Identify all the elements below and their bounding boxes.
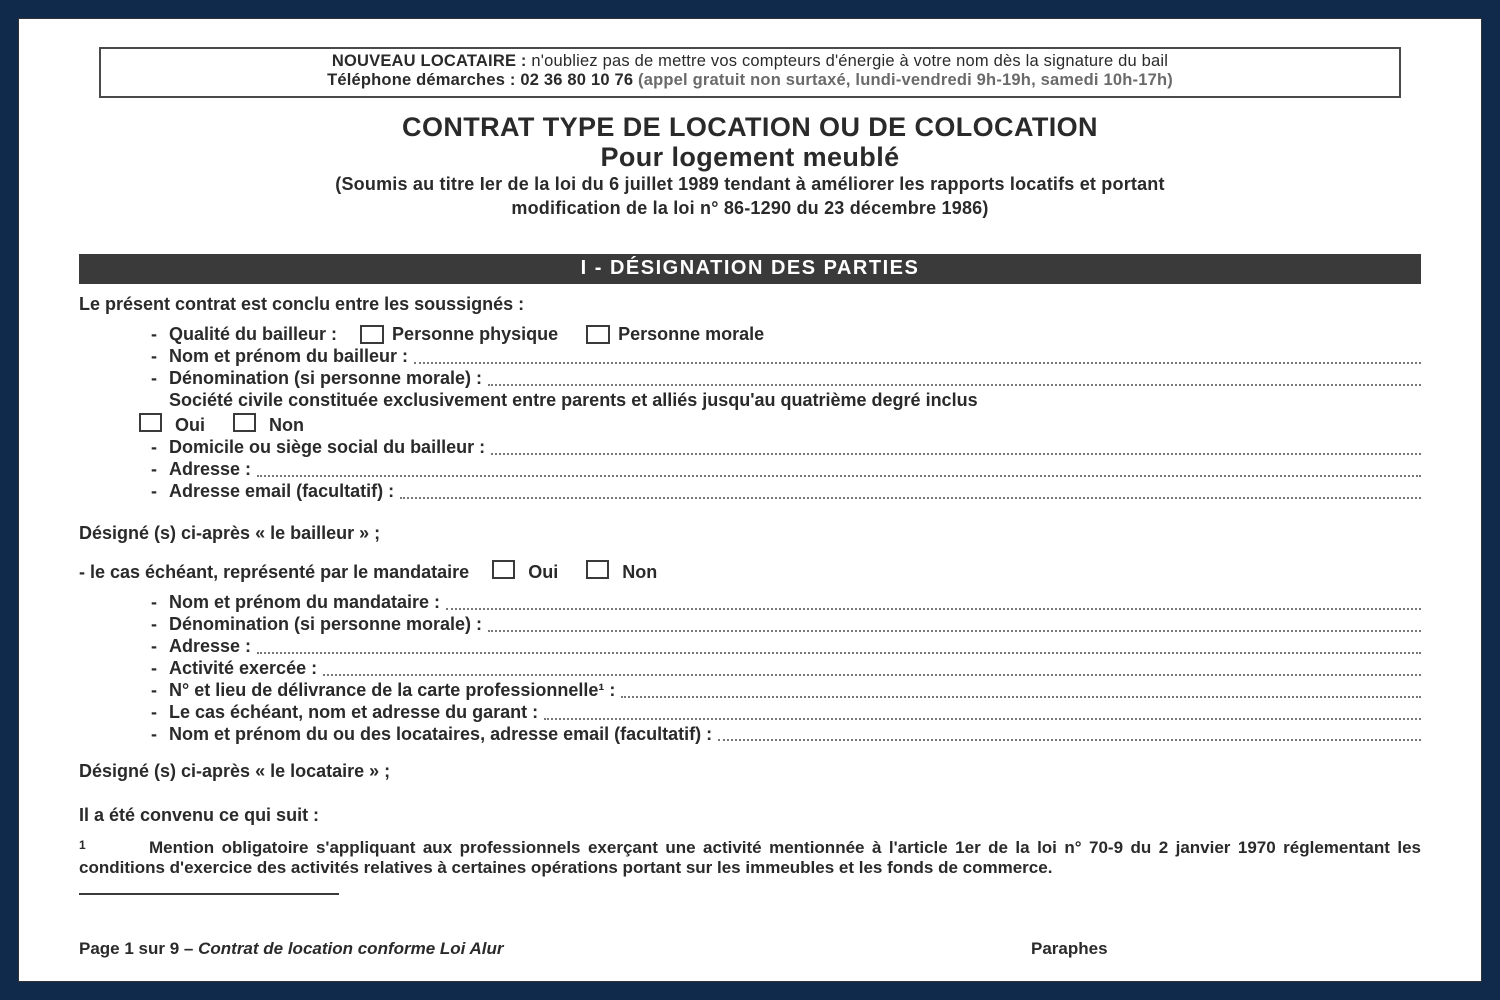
dash-icon: - bbox=[139, 724, 169, 746]
label-qualite: Qualité du bailleur : bbox=[169, 324, 337, 346]
opt-non: Non bbox=[269, 415, 304, 435]
footnote-marker: 1 bbox=[79, 838, 149, 853]
title-block: CONTRAT TYPE DE LOCATION OU DE COLOCATIO… bbox=[79, 112, 1421, 220]
dash-icon: - bbox=[139, 459, 169, 481]
footer-paraphes: Paraphes bbox=[1031, 939, 1421, 959]
designe-locataire-pre: Désigné (s) ci-après « bbox=[79, 761, 270, 781]
main-title-2: Pour logement meublé bbox=[79, 142, 1421, 172]
mandataire-text: - le cas échéant, représenté par le mand… bbox=[79, 562, 469, 582]
footnote-body: Mention obligatoire s'appliquant aux pro… bbox=[79, 838, 1421, 878]
blank-line[interactable] bbox=[257, 455, 1421, 477]
label-mand-activite: Activité exercée : bbox=[169, 658, 317, 680]
bailleur-list-2: - Domicile ou siège social du bailleur :… bbox=[139, 437, 1421, 503]
blank-line[interactable] bbox=[718, 720, 1421, 742]
row-denom-bailleur: - Dénomination (si personne morale) : bbox=[139, 368, 1421, 390]
blank-line[interactable] bbox=[446, 588, 1421, 610]
mandataire-list: - Nom et prénom du mandataire : - Dénomi… bbox=[139, 592, 1421, 746]
label-denom-bailleur: Dénomination (si personne morale) : bbox=[169, 368, 482, 390]
checkbox-mandataire-non[interactable] bbox=[586, 560, 609, 579]
blank-line[interactable] bbox=[491, 433, 1421, 455]
notice-line-1: NOUVEAU LOCATAIRE : n'oubliez pas de met… bbox=[111, 52, 1389, 71]
dash-icon: - bbox=[139, 614, 169, 636]
notice-box: NOUVEAU LOCATAIRE : n'oubliez pas de met… bbox=[99, 47, 1401, 98]
footer-page-mid: sur bbox=[134, 939, 170, 958]
designe-locataire-bold: le locataire bbox=[270, 761, 364, 781]
designe-bailleur-post: » ; bbox=[354, 523, 380, 543]
blank-line[interactable] bbox=[621, 676, 1421, 698]
notice-line-2: Téléphone démarches : 02 36 80 10 76 (ap… bbox=[111, 71, 1389, 90]
footer-page-current: 1 bbox=[124, 939, 133, 958]
label-mand-locataires: Nom et prénom du ou des locataires, adre… bbox=[169, 724, 712, 746]
footer-left: Page 1 sur 9 – Contrat de location confo… bbox=[79, 939, 1031, 959]
footer-page-total: 9 bbox=[170, 939, 179, 958]
designe-bailleur: Désigné (s) ci-après « le bailleur » ; bbox=[79, 523, 1421, 545]
main-title-1: CONTRAT TYPE DE LOCATION OU DE COLOCATIO… bbox=[79, 112, 1421, 142]
notice-line2-dim: (appel gratuit non surtaxé, lundi-vendre… bbox=[633, 71, 1173, 89]
notice-line1-bold: NOUVEAU LOCATAIRE : bbox=[332, 52, 527, 70]
convenu-text: Il a été convenu ce qui suit : bbox=[79, 805, 1421, 827]
row-mand-locataires: - Nom et prénom du ou des locataires, ad… bbox=[139, 724, 1421, 746]
dash-icon: - bbox=[139, 368, 169, 390]
opt-oui-2: Oui bbox=[528, 562, 558, 582]
designe-bailleur-bold: le bailleur bbox=[270, 523, 354, 543]
section-heading: I - DÉSIGNATION DES PARTIES bbox=[79, 254, 1421, 284]
notice-line2-bold: Téléphone démarches : 02 36 80 10 76 bbox=[327, 71, 633, 89]
label-mand-nom: Nom et prénom du mandataire : bbox=[169, 592, 440, 614]
dash-icon: - bbox=[139, 437, 169, 459]
designe-locataire-post: » ; bbox=[364, 761, 390, 781]
checkbox-personne-physique[interactable] bbox=[360, 325, 384, 344]
row-societe: Société civile constituée exclusivement … bbox=[139, 390, 1421, 412]
blank-line[interactable] bbox=[414, 342, 1421, 364]
subtitle-law-1: (Soumis au titre Ier de la loi du 6 juil… bbox=[79, 174, 1421, 196]
checkbox-societe-oui[interactable] bbox=[139, 413, 162, 432]
designe-locataire: Désigné (s) ci-après « le locataire » ; bbox=[79, 761, 1421, 783]
blank-line[interactable] bbox=[257, 632, 1421, 654]
footer-dash: – bbox=[179, 939, 198, 958]
label-adresse: Adresse : bbox=[169, 459, 251, 481]
dash-icon: - bbox=[139, 636, 169, 658]
mandataire-line: - le cas échéant, représenté par le mand… bbox=[79, 559, 1421, 584]
blank-line[interactable] bbox=[323, 654, 1421, 676]
viewer-frame: NOUVEAU LOCATAIRE : n'oubliez pas de met… bbox=[0, 0, 1500, 1000]
bailleur-list: - Qualité du bailleur : Personne physiqu… bbox=[139, 324, 1421, 412]
row-email: - Adresse email (facultatif) : bbox=[139, 481, 1421, 503]
label-nom-bailleur: Nom et prénom du bailleur : bbox=[169, 346, 408, 368]
dash-icon bbox=[139, 390, 169, 412]
dash-icon: - bbox=[139, 658, 169, 680]
blank-line[interactable] bbox=[488, 364, 1421, 386]
label-mand-adresse: Adresse : bbox=[169, 636, 251, 658]
intro-text: Le présent contrat est conclu entre les … bbox=[79, 294, 1421, 316]
checkbox-mandataire-oui[interactable] bbox=[492, 560, 515, 579]
page-footer: Page 1 sur 9 – Contrat de location confo… bbox=[79, 939, 1421, 959]
label-mand-garant: Le cas échéant, nom et adresse du garant… bbox=[169, 702, 538, 724]
blank-line[interactable] bbox=[544, 698, 1421, 720]
subtitle-law-2: modification de la loi n° 86-1290 du 23 … bbox=[79, 198, 1421, 220]
dash-icon: - bbox=[139, 346, 169, 368]
notice-line1-rest: n'oubliez pas de mettre vos compteurs d'… bbox=[527, 52, 1169, 70]
document-page: NOUVEAU LOCATAIRE : n'oubliez pas de met… bbox=[18, 18, 1482, 982]
checkbox-societe-non[interactable] bbox=[233, 413, 256, 432]
footnote-text: 1Mention obligatoire s'appliquant aux pr… bbox=[79, 838, 1421, 879]
dash-icon: - bbox=[139, 324, 169, 346]
dash-icon: - bbox=[139, 680, 169, 702]
blank-line[interactable] bbox=[488, 610, 1421, 632]
dash-icon: - bbox=[139, 702, 169, 724]
blank-line[interactable] bbox=[400, 477, 1421, 499]
opt-oui: Oui bbox=[175, 415, 205, 435]
footer-doc-title: Contrat de location conforme Loi Alur bbox=[198, 939, 503, 958]
dash-icon: - bbox=[139, 481, 169, 503]
footer-page-pre: Page bbox=[79, 939, 124, 958]
opt-non-2: Non bbox=[622, 562, 657, 582]
designe-bailleur-pre: Désigné (s) ci-après « bbox=[79, 523, 270, 543]
dash-icon: - bbox=[139, 592, 169, 614]
footnote-area: 1Mention obligatoire s'appliquant aux pr… bbox=[79, 838, 1421, 895]
footnote-rule bbox=[79, 893, 339, 895]
label-societe-civile: Société civile constituée exclusivement … bbox=[169, 390, 978, 412]
label-email: Adresse email (facultatif) : bbox=[169, 481, 394, 503]
